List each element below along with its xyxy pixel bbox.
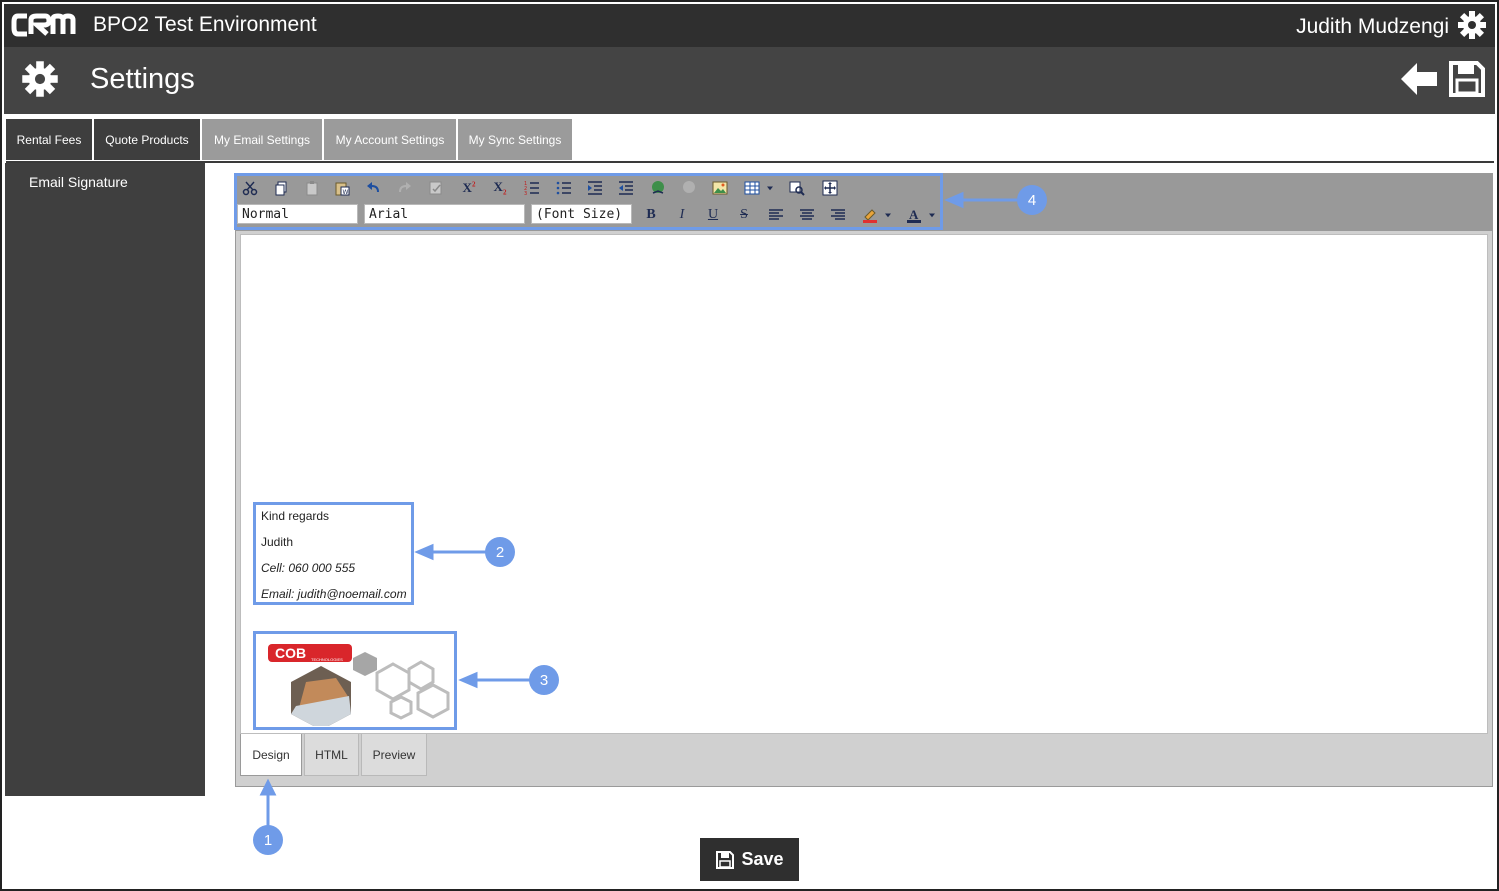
save-button-label: Save <box>741 849 784 869</box>
user-name[interactable]: Judith Mudzengi <box>1296 15 1449 39</box>
back-arrow-icon[interactable] <box>1399 61 1439 97</box>
callout-box-signature <box>253 502 414 605</box>
crm-logo <box>11 13 76 37</box>
callout-box-logo <box>253 631 457 730</box>
tab-my-sync-settings[interactable]: My Sync Settings <box>458 119 572 160</box>
tab-divider <box>6 161 1494 163</box>
save-disk-icon <box>716 850 735 869</box>
tab-quote-products[interactable]: Quote Products <box>94 119 200 160</box>
callout-marker: 2 <box>485 537 515 567</box>
sidebar-item-email-signature[interactable]: Email Signature <box>29 174 128 190</box>
page-header: Settings <box>4 47 1495 114</box>
page-title: Settings <box>90 63 195 95</box>
tab-my-account-settings[interactable]: My Account Settings <box>324 119 456 160</box>
callout-marker: 4 <box>1017 185 1047 215</box>
tab-rental-fees[interactable]: Rental Fees <box>6 119 92 160</box>
tab-preview[interactable]: Preview <box>361 734 427 776</box>
sidebar: Email Signature <box>5 163 205 796</box>
app-title: BPO2 Test Environment <box>93 13 317 36</box>
callout-marker: 1 <box>253 825 283 855</box>
tab-my-email-settings[interactable]: My Email Settings <box>202 119 322 160</box>
settings-gear-icon <box>22 61 58 97</box>
save-button[interactable]: Save <box>700 838 799 881</box>
save-disk-icon[interactable] <box>1448 60 1486 98</box>
callout-box-toolbar <box>234 173 943 230</box>
tab-html[interactable]: HTML <box>304 734 359 776</box>
gear-icon[interactable] <box>1457 10 1487 40</box>
tab-design[interactable]: Design <box>240 734 302 776</box>
top-bar: BPO2 Test Environment Judith Mudzengi <box>4 4 1495 47</box>
callout-marker: 3 <box>529 665 559 695</box>
